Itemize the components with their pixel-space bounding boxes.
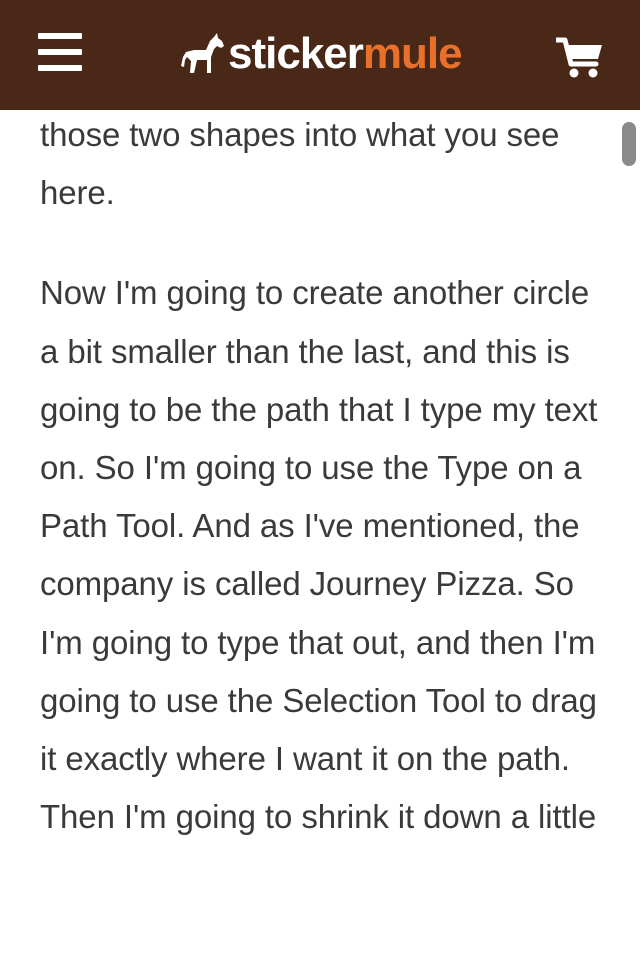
hamburger-menu-icon[interactable]	[38, 33, 82, 73]
vertical-scrollbar[interactable]	[622, 122, 636, 166]
logo-text-mule: mule	[362, 29, 463, 78]
article-body: those two shapes into what you see here.…	[40, 106, 600, 846]
article-paragraph: those two shapes into what you see here.	[40, 116, 560, 212]
article-paragraph: Now I'm going to create another circle a…	[40, 274, 598, 836]
top-navigation-bar: sticker mule	[0, 0, 640, 110]
stickermule-logo[interactable]: sticker mule	[180, 26, 463, 82]
logo-text-sticker: sticker	[228, 29, 364, 78]
shopping-cart-icon[interactable]	[554, 36, 604, 80]
mule-logo-icon	[181, 33, 224, 73]
